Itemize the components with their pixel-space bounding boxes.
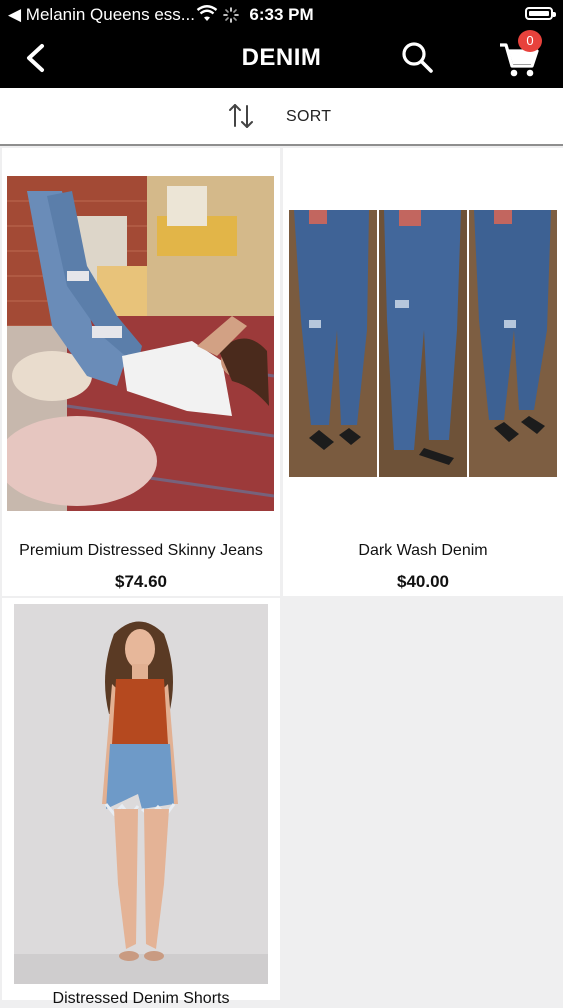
page-title: DENIM: [241, 44, 322, 71]
product-card[interactable]: Dark Wash Denim $40.00: [283, 148, 563, 596]
product-price: $40.00: [397, 572, 449, 591]
product-card[interactable]: Premium Distressed Skinny Jeans $74.60: [2, 148, 280, 596]
product-grid: Premium Distressed Skinny Jeans $74.60 D…: [0, 148, 563, 1007]
product-price: $74.60: [115, 572, 167, 591]
product-image: [14, 604, 268, 984]
product-name: Distressed Denim Shorts: [52, 990, 230, 1007]
search-button[interactable]: [398, 38, 438, 78]
search-icon: [402, 42, 433, 73]
product-name: Premium Distressed Skinny Jeans: [19, 542, 263, 559]
status-bar: ◀ Melanin Queens ess... 6:33 PM: [0, 0, 563, 30]
clock: 6:33 PM: [249, 5, 314, 24]
sort-label: SORT: [286, 108, 332, 125]
product-image: [289, 210, 557, 477]
product-image: [7, 176, 274, 511]
nav-bar: DENIM 0: [0, 30, 563, 88]
sort-bar[interactable]: SORT: [0, 88, 563, 146]
product-card[interactable]: Distressed Denim Shorts: [2, 598, 280, 1007]
battery-icon: [525, 7, 556, 20]
product-name: Dark Wash Denim: [358, 542, 488, 559]
cart-count-badge: 0: [518, 30, 542, 52]
empty-grid-cell: [283, 598, 563, 1000]
sort-icon: [229, 104, 253, 128]
